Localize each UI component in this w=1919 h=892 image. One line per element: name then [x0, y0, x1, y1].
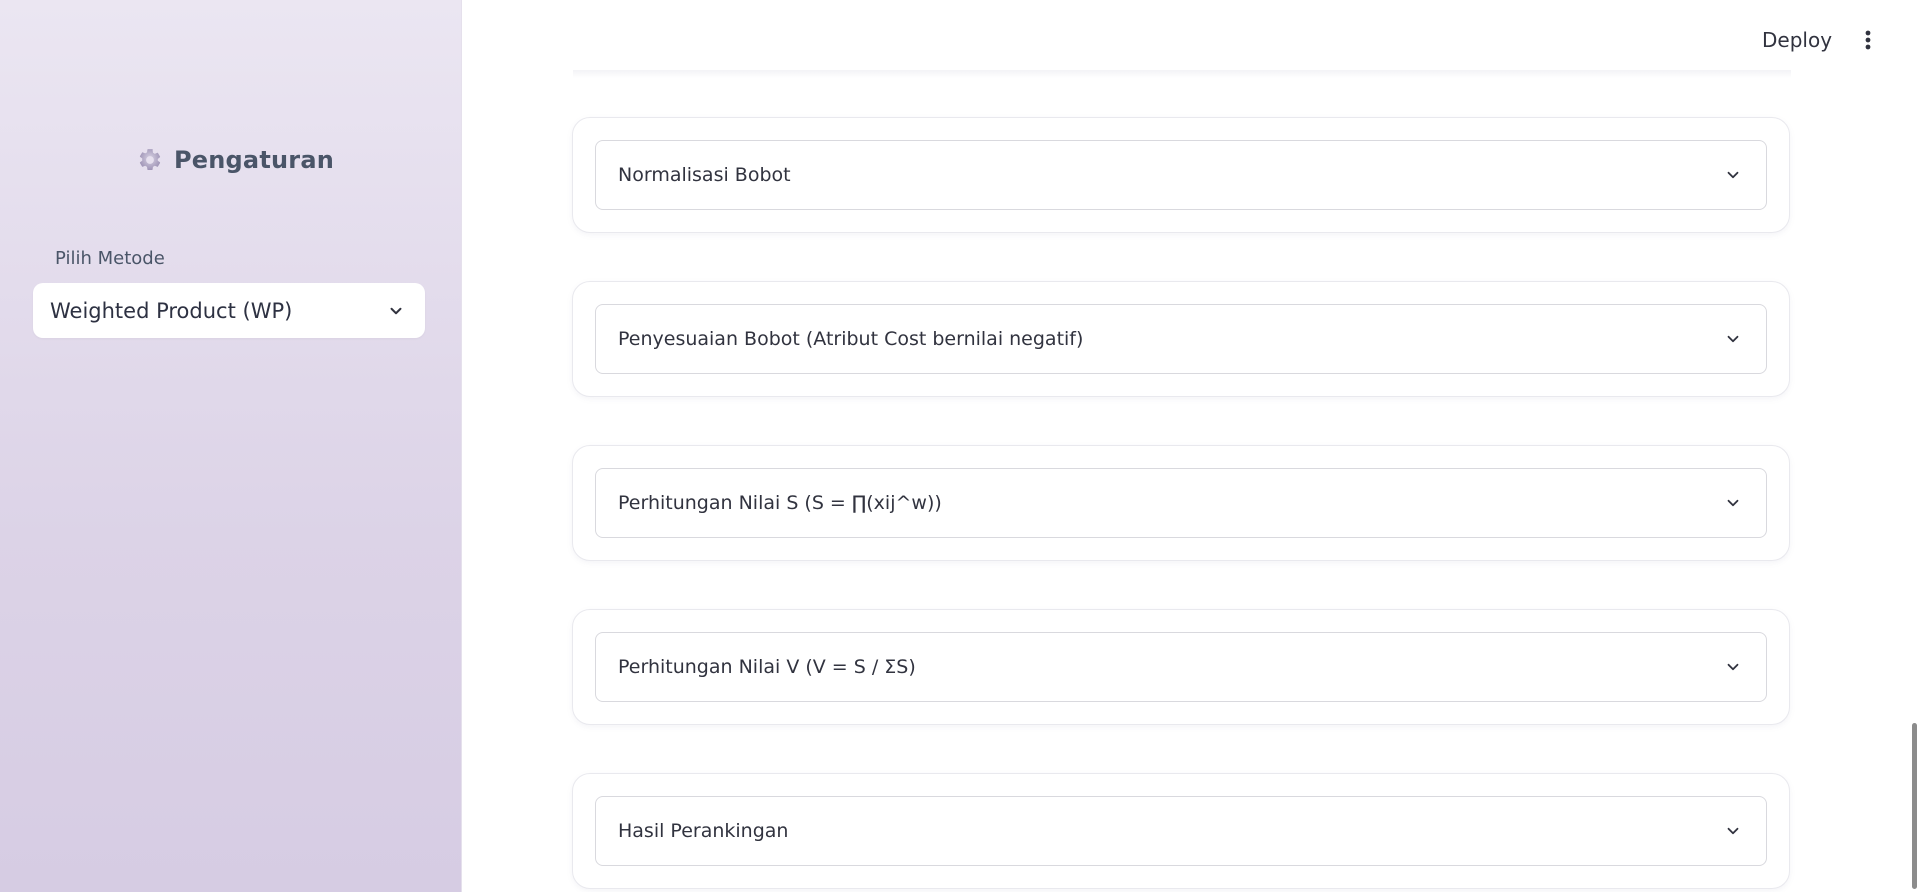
- vertical-dots-icon: [1865, 30, 1871, 50]
- method-select-value: Weighted Product (WP): [50, 298, 293, 323]
- deploy-button[interactable]: Deploy: [1752, 24, 1842, 56]
- expander-hasil-perankingan[interactable]: Hasil Perankingan: [595, 796, 1767, 866]
- section-card: Perhitungan Nilai V (V = S / ΣS): [572, 609, 1790, 725]
- sidebar: Pengaturan Pilih Metode Weighted Product…: [0, 0, 462, 892]
- expander-label: Normalisasi Bobot: [618, 164, 791, 186]
- sidebar-title: Pengaturan: [174, 146, 335, 174]
- sidebar-header: Pengaturan: [136, 146, 334, 174]
- chevron-down-icon: [1722, 656, 1744, 678]
- section-card: Hasil Perankingan: [572, 773, 1790, 889]
- expander-label: Penyesuaian Bobot (Atribut Cost bernilai…: [618, 328, 1084, 350]
- gear-icon: [136, 146, 164, 174]
- expander-label: Perhitungan Nilai S (S = ∏(xij^w)): [618, 492, 942, 514]
- chevron-down-icon: [1722, 164, 1744, 186]
- section-card: Penyesuaian Bobot (Atribut Cost bernilai…: [572, 281, 1790, 397]
- expander-label: Hasil Perankingan: [618, 820, 789, 842]
- expander-penyesuaian-bobot[interactable]: Penyesuaian Bobot (Atribut Cost bernilai…: [595, 304, 1767, 374]
- chevron-down-icon: [1722, 328, 1744, 350]
- section-card: Normalisasi Bobot: [572, 117, 1790, 233]
- expander-perhitungan-nilai-v[interactable]: Perhitungan Nilai V (V = S / ΣS): [595, 632, 1767, 702]
- chevron-down-icon: [385, 300, 407, 322]
- expander-perhitungan-nilai-s[interactable]: Perhitungan Nilai S (S = ∏(xij^w)): [595, 468, 1767, 538]
- main-menu-button[interactable]: [1856, 24, 1880, 56]
- header-bar: [462, 0, 1919, 78]
- chevron-down-icon: [1722, 492, 1744, 514]
- expander-label: Perhitungan Nilai V (V = S / ΣS): [618, 656, 916, 678]
- method-select-label: Pilih Metode: [55, 248, 165, 269]
- chevron-down-icon: [1722, 820, 1744, 842]
- expander-normalisasi-bobot[interactable]: Normalisasi Bobot: [595, 140, 1767, 210]
- scrollbar-thumb[interactable]: [1912, 723, 1917, 889]
- method-select[interactable]: Weighted Product (WP): [33, 283, 425, 338]
- header-divider: [573, 70, 1791, 78]
- section-card: Perhitungan Nilai S (S = ∏(xij^w)): [572, 445, 1790, 561]
- app: Pengaturan Pilih Metode Weighted Product…: [0, 0, 1919, 892]
